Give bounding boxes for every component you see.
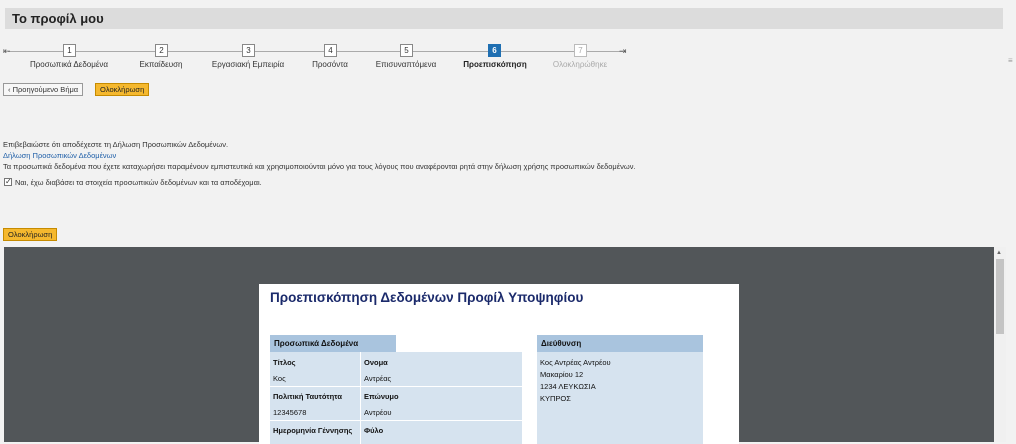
step-label: Προσωπικά Δεδομένα [29, 60, 109, 69]
step-number: 3 [242, 44, 255, 57]
address-line: Κος Αντρέας Αντρέου [540, 358, 611, 367]
step-number: 5 [400, 44, 413, 57]
checkmark-icon: ✓ [5, 177, 12, 186]
page-header: Το προφίλ μου [5, 8, 1003, 29]
personal-data-header: Προσωπικά Δεδομένα [270, 335, 396, 352]
progress-stepper: ⇤ ⇥ 1 Προσωπικά Δεδομένα 2 Εκπαίδευση 3 … [0, 42, 640, 72]
stepper-end-icon: ⇥ [619, 46, 627, 56]
gender-label: Φύλο [364, 426, 384, 435]
complete-button[interactable]: Ολοκλήρωση [95, 83, 150, 96]
birth-date-label: Ημερομηνία Γέννησης [273, 426, 353, 435]
row-divider [270, 420, 522, 421]
address-line: ΚΥΠΡΟΣ [540, 394, 571, 403]
surname-label: Επώνυμο [364, 392, 399, 401]
stepper-track [8, 51, 623, 52]
row-divider [270, 386, 522, 387]
step-number: 2 [155, 44, 168, 57]
column-divider [360, 352, 361, 444]
first-name-value: Αντρέας [364, 374, 392, 383]
step-label: Επισυναπτόμενα [375, 60, 437, 69]
step-number: 6 [488, 44, 501, 57]
scroll-up-icon[interactable]: ▲ [996, 250, 1002, 256]
complete-button-bottom[interactable]: Ολοκλήρωση [3, 228, 58, 241]
address-line: Μακαρίου 12 [540, 370, 584, 379]
address-line: 1234 ΛΕΥΚΩΣΙΑ [540, 382, 596, 391]
preview-scrollbar[interactable]: ▲ [994, 247, 1006, 442]
first-name-label: Ονομα [364, 358, 388, 367]
address-box: Κος Αντρέας Αντρέου Μακαρίου 12 1234 ΛΕΥ… [537, 352, 703, 444]
chevron-left-icon: ‹ [8, 85, 11, 94]
privacy-statement-link[interactable]: Δήλωση Προσωπικών Δεδομένων [3, 151, 116, 160]
step-label: Εργασιακή Εμπειρία [211, 60, 285, 69]
step-label: Προεπισκόπηση [463, 60, 527, 69]
id-card-value: 12345678 [273, 408, 307, 417]
side-grip-icon: ≡ [1008, 56, 1013, 65]
previous-step-button[interactable]: ‹ Προηγούμενο Βήμα [3, 83, 84, 96]
step-number: 4 [324, 44, 337, 57]
previous-step-label: Προηγούμενο Βήμα [12, 85, 79, 94]
title-label: Τίτλος [273, 358, 296, 367]
surname-value: Αντρέου [364, 408, 392, 417]
page-title: Το προφίλ μου [12, 11, 104, 26]
personal-data-table: Τίτλος Ονομα Κος Αντρέας Πολιτική Ταυτότ… [270, 352, 522, 444]
stepper-start-icon: ⇤ [3, 46, 11, 56]
step-number: 7 [574, 44, 587, 57]
step-label: Εκπαίδευση [139, 60, 183, 69]
scroll-thumb[interactable] [996, 259, 1004, 334]
privacy-notice: Τα προσωπικά δεδομένα που έχετε καταχωρή… [3, 162, 636, 171]
address-header: Διεύθυνση [537, 335, 703, 352]
consent-checkbox[interactable]: ✓ [4, 178, 12, 186]
id-card-label: Πολιτική Ταυτότητα [273, 392, 342, 401]
step-number: 1 [63, 44, 76, 57]
step-label: Ολοκληρώθηκε [552, 60, 608, 69]
preview-title: Προεπισκόπηση Δεδομένων Προφίλ Υποψηφίου [270, 290, 584, 305]
title-value: Κος [273, 374, 286, 383]
consent-checkbox-label: Ναι, έχω διαβάσει τα στοιχεία προσωπικών… [15, 178, 262, 187]
preview-document: Προεπισκόπηση Δεδομένων Προφίλ Υποψηφίου… [259, 284, 739, 444]
consent-instruction: Επιβεβαιώστε ότι αποδέχεστε τη Δήλωση Πρ… [3, 140, 229, 149]
step-label: Προσόντα [312, 60, 348, 69]
